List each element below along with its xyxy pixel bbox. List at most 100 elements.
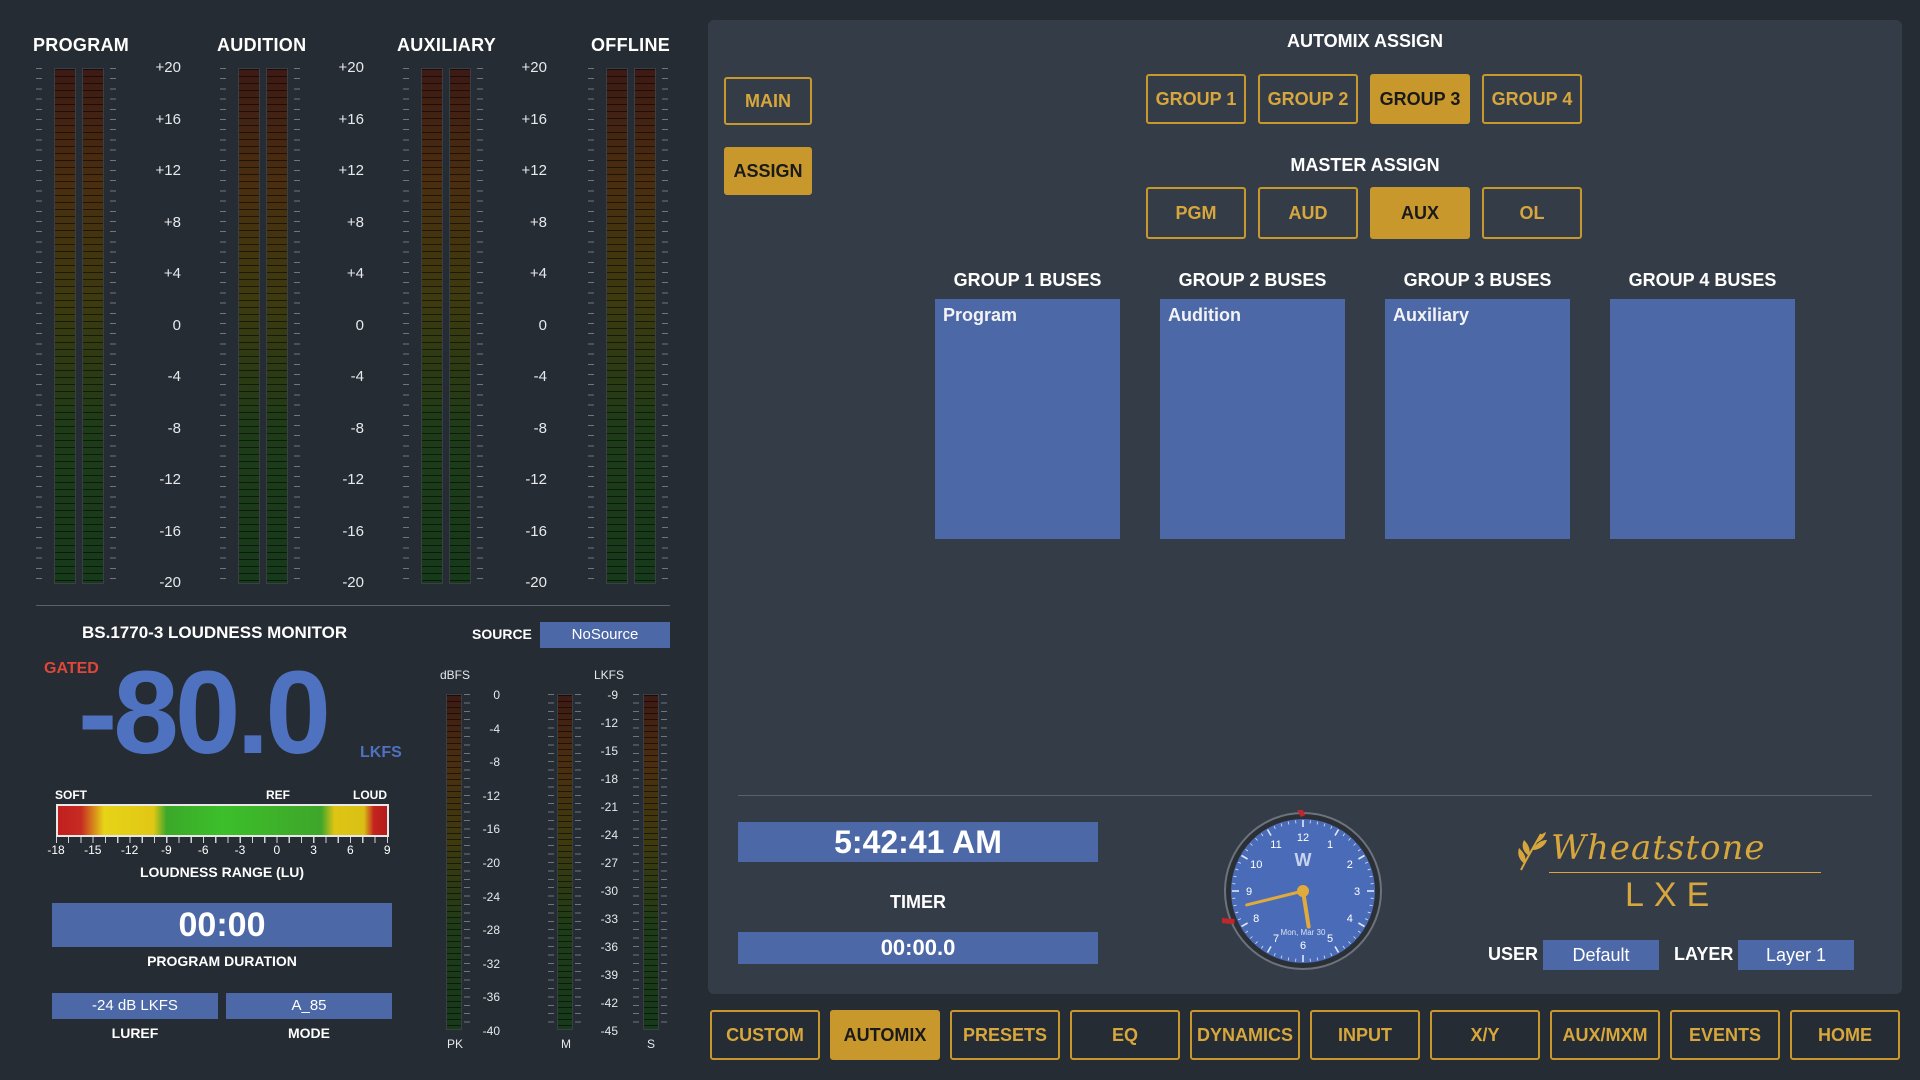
dbfs-scale-label: -40 [482, 1024, 500, 1038]
layer-select[interactable]: Layer 1 [1738, 940, 1854, 970]
nav-presets-button[interactable]: PRESETS [950, 1010, 1060, 1060]
dbfs-scale-label: -4 [489, 721, 500, 736]
meter-scale-label: +16 [155, 110, 181, 128]
nav-eq-button[interactable]: EQ [1070, 1010, 1180, 1060]
meter-scale-label: +20 [521, 59, 547, 76]
range-scale-label: -6 [197, 843, 209, 857]
meter-scale-label: +16 [521, 110, 547, 128]
lkfs-scale-label: -21 [600, 800, 618, 814]
mode-caption: MODE [288, 1025, 330, 1041]
lkfs-scale-label: -9 [607, 688, 618, 702]
dbfs-scale-label: -8 [489, 755, 500, 770]
nav-dynamics-button[interactable]: DYNAMICS [1190, 1010, 1300, 1060]
group-4-button[interactable]: GROUP 4 [1482, 74, 1582, 124]
nav-input-button[interactable]: INPUT [1310, 1010, 1420, 1060]
meter-bar-right [82, 68, 104, 584]
master-ol-button[interactable]: OL [1482, 187, 1582, 239]
program-duration: 00:00 [52, 903, 392, 947]
master-aux-button[interactable]: AUX [1370, 187, 1470, 239]
meter-ticks [588, 68, 594, 584]
meter-scale-label: +20 [338, 59, 364, 76]
nav-automix-button[interactable]: AUTOMIX [830, 1010, 940, 1060]
clock-number: 2 [1347, 859, 1353, 871]
master-pgm-button[interactable]: PGM [1146, 187, 1246, 239]
meter-scale-label: 0 [172, 316, 181, 334]
current-time: 5:42:41 AM [738, 822, 1098, 862]
meter-ticks [110, 68, 116, 584]
meter-title: PROGRAM [33, 35, 130, 55]
main-button[interactable]: MAIN [724, 77, 812, 125]
lkfs-scale-label: -27 [600, 856, 618, 870]
dbfs-scale-label: -28 [482, 923, 500, 938]
lkfs-scale-label: -30 [600, 884, 618, 898]
bus-group-3-list[interactable]: Auxiliary [1385, 299, 1570, 539]
loudness-value: -80.0 [78, 647, 331, 779]
master-assign-title: MASTER ASSIGN [1290, 155, 1440, 175]
meter-scale-label: -16 [342, 522, 364, 540]
lkfs-scale-label: -42 [600, 996, 618, 1010]
lkfs-scale-label: -45 [600, 1024, 618, 1038]
loudness-range-caption: LOUDNESS RANGE (LU) [139, 864, 305, 880]
analog-clock: 121234567891011WMon, Mar 30 [1222, 810, 1382, 970]
meter-scale-label: -20 [342, 574, 364, 591]
meter-scale-label: -16 [525, 522, 547, 540]
meter-scale-label: +4 [163, 265, 181, 282]
meter-scale-label: +4 [346, 265, 364, 282]
dbfs-label: dBFS [440, 668, 471, 682]
bus-group-2-title: GROUP 2 BUSES [1178, 270, 1327, 290]
group-1-button[interactable]: GROUP 1 [1146, 74, 1246, 124]
lkfs-label: LKFS [594, 668, 625, 682]
bus-group-1-list[interactable]: Program [935, 299, 1120, 539]
source-select[interactable]: NoSource [540, 622, 670, 648]
range-scale-label: 9 [383, 843, 391, 857]
range-scale-label: -3 [234, 843, 246, 857]
luref-value[interactable]: -24 dB LKFS [52, 993, 218, 1019]
timer-value[interactable]: 00:00.0 [738, 932, 1098, 964]
brand-name: Wheatstone [1551, 828, 1766, 868]
meter-scale-label: +12 [521, 162, 547, 179]
dbfs-scale-label: 0 [493, 688, 500, 702]
nav-custom-button[interactable]: CUSTOM [710, 1010, 820, 1060]
group-2-button[interactable]: GROUP 2 [1258, 74, 1358, 124]
mode-value[interactable]: A_85 [226, 993, 392, 1019]
pk-ticks [464, 694, 470, 1030]
m-ticks [575, 694, 581, 1030]
clock-number: 3 [1354, 886, 1360, 898]
program-duration-caption: PROGRAM DURATION [147, 953, 297, 969]
meter-scale-label: -12 [525, 471, 547, 488]
master-aud-button[interactable]: AUD [1258, 187, 1358, 239]
wheat-icon [1518, 832, 1547, 871]
nav-aux-mxm-button[interactable]: AUX/MXM [1550, 1010, 1660, 1060]
meter-scale-label: +8 [529, 213, 547, 231]
m-meter [557, 694, 573, 1030]
meter-scale-label: -8 [533, 419, 547, 437]
dbfs-scale-label: -12 [482, 788, 500, 803]
clock-center [1297, 885, 1309, 897]
meter-scale-label: -12 [342, 471, 364, 488]
dbfs-scale-label: -36 [482, 990, 500, 1005]
meter-scale-label: +8 [163, 213, 181, 231]
pk-label: PK [447, 1037, 464, 1051]
loudness-unit: LKFS [360, 744, 402, 761]
range-scale-label: 3 [310, 843, 317, 857]
user-select[interactable]: Default [1543, 940, 1659, 970]
group-3-button[interactable]: GROUP 3 [1370, 74, 1470, 124]
timer-label: TIMER [890, 892, 946, 912]
s-ticks [633, 694, 639, 1030]
nav-home-button[interactable]: HOME [1790, 1010, 1900, 1060]
meter-scale-label: -12 [159, 471, 181, 488]
meter-scale-label: +20 [155, 59, 181, 76]
bus-group-2-list[interactable]: Audition [1160, 299, 1345, 539]
layer-label: LAYER [1674, 944, 1734, 964]
nav-x-y-button[interactable]: X/Y [1430, 1010, 1540, 1060]
meter-scale-label: +8 [346, 213, 364, 231]
nav-events-button[interactable]: EVENTS [1670, 1010, 1780, 1060]
pk-meter [446, 694, 462, 1030]
assign-button[interactable]: ASSIGN [724, 147, 812, 195]
clock-number: 4 [1347, 913, 1353, 925]
bus-group-4-list[interactable] [1610, 299, 1795, 539]
automix-assign-title: AUTOMIX ASSIGN [1286, 31, 1443, 51]
clock-number: 6 [1300, 940, 1306, 952]
range-scale-label: -9 [161, 843, 172, 857]
meter-scale-label: -4 [533, 368, 547, 385]
